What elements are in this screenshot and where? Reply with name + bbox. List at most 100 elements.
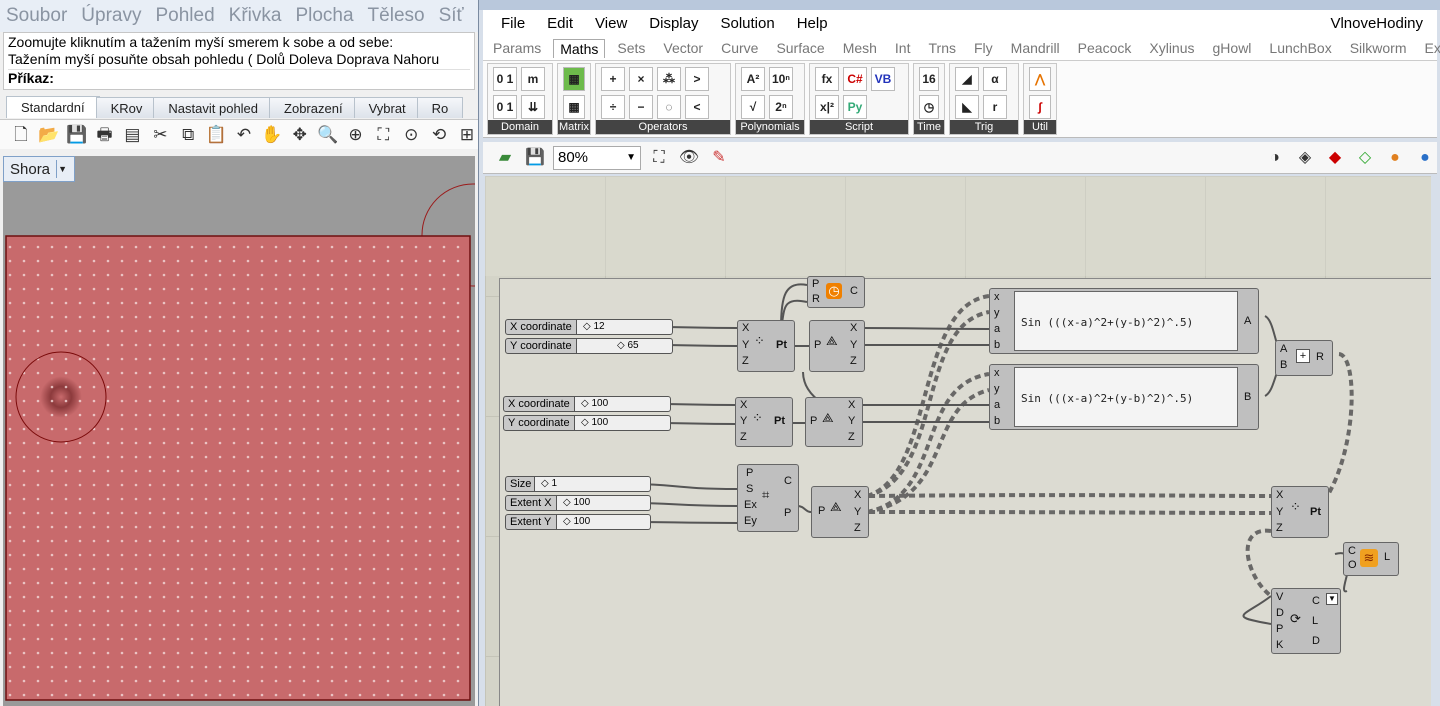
new-file-icon[interactable]: 🗋 bbox=[10, 124, 32, 146]
tab-sets[interactable]: Sets bbox=[617, 40, 645, 56]
power-icon[interactable]: A² bbox=[741, 67, 765, 91]
expression-component[interactable]: xyab Sin (((x-a)^2+(y-b)^2)^.5) A bbox=[989, 288, 1259, 354]
evaluate-icon[interactable]: x|² bbox=[815, 94, 839, 119]
number-slider[interactable]: X coordinate ◇ 100 bbox=[503, 396, 671, 412]
tab-vector[interactable]: Vector bbox=[663, 40, 703, 56]
menu-edit[interactable]: Edit bbox=[547, 15, 573, 32]
rotate-view-icon[interactable]: ⟲ bbox=[428, 124, 450, 146]
tab-lunchbox[interactable]: LunchBox bbox=[1269, 40, 1331, 56]
number-slider[interactable]: Y coordinate ◇ 65 bbox=[505, 338, 673, 354]
gate-icon[interactable]: ◌ bbox=[657, 94, 681, 119]
tab-int[interactable]: Int bbox=[895, 40, 911, 56]
move-icon[interactable]: ✥ bbox=[289, 124, 311, 146]
alpha-icon[interactable]: α bbox=[983, 67, 1007, 91]
slider-value[interactable]: ◇ 12 bbox=[577, 319, 673, 335]
multiplication-icon[interactable]: × bbox=[629, 67, 653, 91]
menu-upravy[interactable]: Úpravy bbox=[81, 5, 141, 27]
slider-value[interactable]: ◇ 100 bbox=[575, 396, 671, 412]
slider-value[interactable]: ◇ 100 bbox=[557, 495, 651, 511]
tab-mesh[interactable]: Mesh bbox=[843, 40, 877, 56]
number-slider[interactable]: Extent Y ◇ 100 bbox=[505, 514, 651, 530]
power-of-2-icon[interactable]: 2ⁿ bbox=[769, 94, 793, 119]
open-file-icon[interactable]: ▰ bbox=[493, 146, 517, 170]
menu-pohled[interactable]: Pohled bbox=[155, 5, 214, 27]
bounds-icon[interactable]: m bbox=[521, 67, 545, 91]
preview-mesh-icon[interactable]: ● bbox=[1413, 146, 1437, 170]
square-root-icon[interactable]: √ bbox=[741, 94, 765, 119]
tab-zobrazeni[interactable]: Zobrazení bbox=[269, 97, 358, 118]
tab-surface[interactable]: Surface bbox=[776, 40, 824, 56]
square-grid-component[interactable]: P S Ex Ey ⌗ CP bbox=[737, 464, 799, 532]
greater-than-icon[interactable]: > bbox=[685, 67, 709, 91]
menu-krivka[interactable]: Křivka bbox=[229, 5, 282, 27]
preview-material-icon[interactable]: ● bbox=[1383, 146, 1407, 170]
eye-icon[interactable]: 👁 bbox=[677, 146, 701, 170]
tab-nastavit-pohled[interactable]: Nastavit pohled bbox=[153, 97, 274, 118]
expression-text[interactable]: Sin (((x-a)^2+(y-b)^2)^.5) bbox=[1014, 291, 1238, 351]
tab-fly[interactable]: Fly bbox=[974, 40, 993, 56]
slider-value[interactable]: ◇ 100 bbox=[557, 514, 651, 530]
tab-maths[interactable]: Maths bbox=[553, 38, 606, 58]
csharp-icon[interactable]: C# bbox=[843, 67, 867, 91]
menu-file[interactable]: File bbox=[501, 15, 525, 32]
zoom-icon[interactable]: 🔍 bbox=[317, 124, 339, 146]
slider-value[interactable]: ◇ 100 bbox=[575, 415, 671, 431]
operators-icon[interactable]: ⁂ bbox=[657, 67, 681, 91]
sketch-icon[interactable]: ✎ bbox=[707, 146, 731, 170]
menu-sit[interactable]: Síť bbox=[439, 5, 464, 27]
paste-icon[interactable]: 📋 bbox=[205, 124, 227, 146]
tab-vybrat[interactable]: Vybrat bbox=[353, 97, 421, 118]
custom-preview-component[interactable]: VDPK ⟳ CLD ▼ bbox=[1271, 588, 1341, 654]
cut-icon[interactable]: ✂ bbox=[149, 124, 171, 146]
slider-value[interactable]: ◇ 1 bbox=[535, 476, 651, 492]
expression-component[interactable]: xyab Sin (((x-a)^2+(y-b)^2)^.5) B bbox=[989, 364, 1259, 430]
triangle-icon[interactable]: ◢ bbox=[955, 67, 979, 91]
save-icon[interactable]: 💾 bbox=[66, 124, 88, 146]
matrix-icon[interactable]: ▦ bbox=[563, 67, 585, 91]
preview-shaded-icon[interactable]: ◆ bbox=[1323, 146, 1347, 170]
tab-ghowl[interactable]: gHowl bbox=[1213, 40, 1252, 56]
tab-peacock[interactable]: Peacock bbox=[1078, 40, 1132, 56]
expression-text[interactable]: Sin (((x-a)^2+(y-b)^2)^.5) bbox=[1014, 367, 1238, 427]
addition-component[interactable]: AB + R bbox=[1275, 340, 1333, 376]
zoom-select[interactable]: 80% ▼ bbox=[553, 145, 641, 170]
undo-icon[interactable]: ↶ bbox=[233, 124, 255, 146]
deconstruct-point-component[interactable]: P ⟁ XYZ bbox=[809, 320, 865, 372]
tab-xylinus[interactable]: Xylinus bbox=[1149, 40, 1194, 56]
construct-point-component[interactable]: XYZ ⁘ Pt bbox=[737, 320, 795, 372]
zoom-selected-icon[interactable]: ⊙ bbox=[400, 124, 422, 146]
tab-extra[interactable]: Extra bbox=[1424, 40, 1440, 56]
tab-silkworm[interactable]: Silkworm bbox=[1350, 40, 1407, 56]
construct-domain-icon[interactable]: 0 1 bbox=[493, 94, 517, 119]
copy-icon[interactable]: ⧉ bbox=[177, 124, 199, 146]
expression-icon[interactable]: fx bbox=[815, 67, 839, 91]
domain-icon[interactable]: 0 1 bbox=[493, 67, 517, 91]
interpolate-icon[interactable]: ∫ bbox=[1029, 94, 1051, 119]
addition-icon[interactable]: + bbox=[601, 67, 625, 91]
open-folder-icon[interactable]: 📂 bbox=[38, 124, 60, 146]
four-views-icon[interactable]: ⊞ bbox=[456, 124, 478, 146]
menu-teleso[interactable]: Těleso bbox=[368, 5, 425, 27]
menu-display[interactable]: Display bbox=[649, 15, 698, 32]
number-slider[interactable]: Y coordinate ◇ 100 bbox=[503, 415, 671, 431]
gh-canvas[interactable]: X coordinate ◇ 12 Y coordinate ◇ 65 X co… bbox=[485, 176, 1431, 706]
top-viewport[interactable]: Shora ▼ bbox=[3, 156, 475, 706]
pan-hand-icon[interactable]: ✋ bbox=[261, 124, 283, 146]
gaussian-icon[interactable]: ⋀ bbox=[1029, 67, 1051, 91]
tab-mandrill[interactable]: Mandrill bbox=[1011, 40, 1060, 56]
tab-trns[interactable]: Trns bbox=[929, 40, 956, 56]
print-icon[interactable]: 🖶 bbox=[94, 124, 116, 146]
less-than-icon[interactable]: < bbox=[685, 94, 709, 119]
construct-point-component[interactable]: XYZ ⁘ Pt bbox=[735, 397, 793, 447]
construct-point-component[interactable]: XYZ ⁘ Pt bbox=[1271, 486, 1329, 538]
title-bar[interactable] bbox=[479, 0, 1440, 10]
preview-selected-icon[interactable]: ◇ bbox=[1353, 146, 1377, 170]
zoom-extents-icon[interactable]: ⛶ bbox=[372, 124, 394, 146]
power-of-10-icon[interactable]: 10ⁿ bbox=[769, 67, 793, 91]
gradient-component[interactable]: CO ≋ L bbox=[1343, 542, 1399, 576]
menu-plocha[interactable]: Plocha bbox=[295, 5, 353, 27]
calendar-icon[interactable]: 16 bbox=[919, 67, 939, 91]
number-slider[interactable]: X coordinate ◇ 12 bbox=[505, 319, 673, 335]
zoom-window-icon[interactable]: ⊕ bbox=[345, 124, 367, 146]
preview-off-icon[interactable]: ◑ bbox=[1263, 146, 1287, 170]
